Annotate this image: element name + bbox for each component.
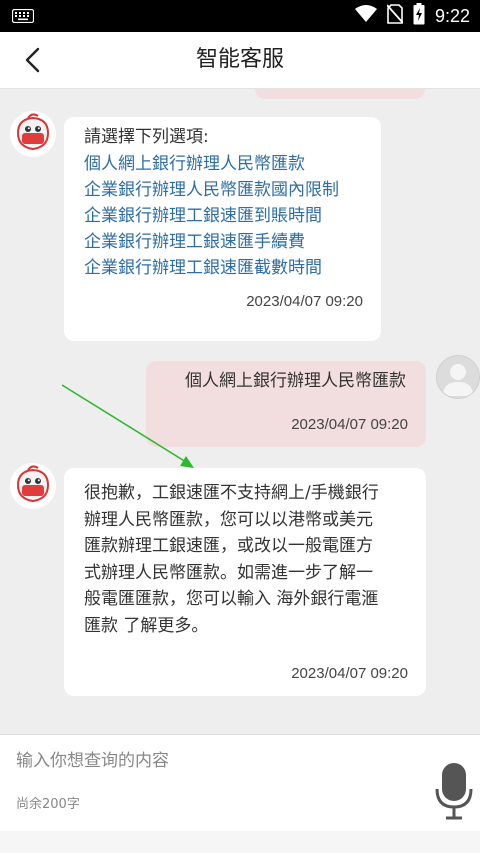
bot-message-options: 請選擇下列選項: 個人網上銀行辦理人民幣匯款 企業銀行辦理人民幣匯款國內限制 企…	[64, 117, 381, 341]
chat-area[interactable]: 請選擇下列選項: 個人網上銀行辦理人民幣匯款 企業銀行辦理人民幣匯款國內限制 企…	[0, 89, 480, 734]
bottom-nav-area	[0, 831, 480, 853]
user-message-text: 個人網上銀行辦理人民幣匯款	[185, 371, 406, 391]
wifi-icon	[354, 5, 377, 27]
answer-line: 式辦理人民幣匯款。如需進一步了解一	[84, 562, 373, 583]
no-sim-icon	[386, 4, 404, 28]
keyboard-icon	[11, 8, 35, 27]
bot-avatar	[10, 111, 56, 157]
user-avatar	[436, 355, 480, 399]
option-link-5[interactable]: 企業銀行辦理工銀速匯截數時間	[84, 255, 361, 281]
answer-line: 匯款辦理工銀速匯，或改以一般電匯方	[84, 536, 373, 556]
message-timestamp: 2023/04/07 09:20	[246, 293, 363, 310]
answer-line: 辦理人民幣匯款，您可以以港幣或美元	[84, 509, 373, 530]
message-timestamp: 2023/04/07 09:20	[291, 665, 408, 682]
user-message: 個人網上銀行辦理人民幣匯款 2023/04/07 09:20	[146, 361, 426, 447]
voice-input-button[interactable]	[434, 759, 474, 823]
option-link-2[interactable]: 企業銀行辦理人民幣匯款國內限制	[84, 177, 361, 203]
battery-icon	[413, 3, 425, 29]
status-bar: 9:22	[0, 0, 480, 32]
microphone-icon	[435, 763, 473, 820]
options-prompt: 請選擇下列選項:	[84, 127, 209, 147]
option-link-1[interactable]: 個人網上銀行辦理人民幣匯款	[84, 151, 361, 177]
app-header: 智能客服	[0, 32, 480, 89]
remaining-char-count: 尚余200字	[16, 797, 80, 812]
option-link-3[interactable]: 企業銀行辦理工銀速匯到賬時間	[84, 203, 361, 229]
query-input[interactable]	[16, 743, 416, 779]
chevron-left-icon	[25, 47, 40, 73]
back-button[interactable]	[10, 40, 54, 80]
status-time: 9:22	[434, 5, 470, 26]
bot-avatar	[10, 463, 56, 509]
option-link-4[interactable]: 企業銀行辦理工銀速匯手續費	[84, 229, 361, 255]
input-bar: 尚余200字	[0, 734, 480, 832]
previous-message-bubble	[255, 89, 425, 99]
bot-message-answer: 很抱歉，工銀速匯不支持網上/手機銀行 辦理人民幣匯款，您可以以港幣或美元 匯款辦…	[64, 468, 426, 696]
answer-line: 匯款 了解更多。	[84, 615, 209, 636]
answer-line: 般電匯匯款，您可以輸入 海外銀行電滙	[84, 589, 379, 609]
answer-line: 很抱歉，工銀速匯不支持網上/手機銀行	[84, 483, 379, 503]
message-timestamp: 2023/04/07 09:20	[291, 416, 408, 433]
page-title: 智能客服	[195, 47, 284, 72]
